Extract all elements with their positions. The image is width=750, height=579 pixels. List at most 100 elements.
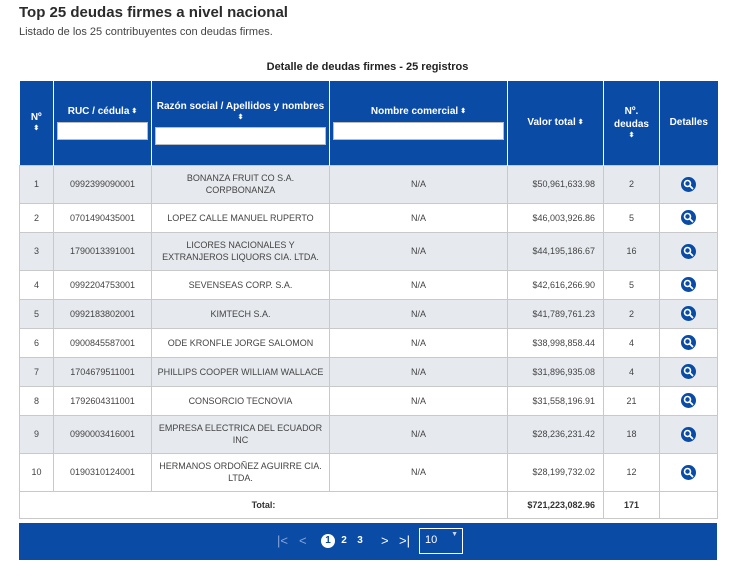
- cell-no: 9: [19, 414, 54, 454]
- sort-icon[interactable]: ⬍: [155, 113, 326, 123]
- magnifier-icon[interactable]: [681, 426, 696, 442]
- table-row: 2 0701490435001 LOPEZ CALLE MANUEL RUPERTO…: [19, 202, 718, 233]
- sort-icon[interactable]: ⬍: [578, 119, 584, 126]
- cell-no: 6: [19, 327, 54, 358]
- cell-deudas: 4: [603, 356, 660, 387]
- cell-no: 4: [19, 269, 54, 300]
- header-row: Nº ⬍ RUC / cédula ⬍ Razón social / Apelli…: [19, 81, 718, 165]
- cell-valor: $38,998,858.44: [507, 327, 604, 358]
- cell-comercial: N/A: [329, 231, 508, 271]
- cell-deudas: 2: [603, 164, 660, 204]
- pagination-bar: |< < 1 2 3 > >| 10 ▼: [19, 523, 717, 560]
- magnifier-icon[interactable]: [681, 277, 696, 292]
- col-header-deudas-label: Nº. deudas: [613, 105, 649, 130]
- cell-comercial: N/A: [329, 164, 508, 204]
- cell-ruc: 0701490435001: [53, 202, 152, 233]
- table-row: 4 0992204753001 SEVENSEAS CORP. S.A. N/A $42…: [19, 269, 718, 300]
- cell-razon: BONANZA FRUIT CO S.A. CORPBONANZA: [151, 164, 330, 204]
- table-row: 6 0900845587001 ODE KRONFLE JORGE SALOMON N…: [19, 327, 718, 358]
- magnifier-icon[interactable]: [681, 464, 696, 480]
- page-button-3[interactable]: 3: [353, 534, 367, 548]
- cell-comercial: N/A: [329, 202, 508, 233]
- next-page-button[interactable]: >: [381, 534, 389, 548]
- cell-detalles: [659, 356, 718, 387]
- magnifier-icon[interactable]: [681, 243, 696, 259]
- cell-no: 8: [19, 385, 54, 416]
- cell-detalles: [659, 202, 718, 233]
- cell-razon: SEVENSEAS CORP. S.A.: [151, 269, 330, 300]
- col-header-deudas[interactable]: Nº. deudas ⬍: [603, 81, 660, 165]
- cell-no: 5: [19, 298, 54, 329]
- cell-ruc: 0190310124001: [53, 452, 152, 492]
- magnifier-icon[interactable]: [681, 393, 696, 408]
- cell-razon: EMPRESA ELECTRICA DEL ECUADOR INC: [151, 414, 330, 454]
- cell-deudas: 21: [603, 385, 660, 416]
- cell-ruc: 0992204753001: [53, 269, 152, 300]
- cell-razon: HERMANOS ORDOÑEZ AGUIRRE CIA. LTDA.: [151, 452, 330, 492]
- total-valor: $721,223,082.96: [507, 490, 604, 519]
- page-button-2[interactable]: 2: [337, 534, 351, 548]
- col-header-valor[interactable]: Valor total ⬍: [507, 81, 604, 165]
- table-row: 9 0990003416001 EMPRESA ELECTRICA DEL ECUA…: [19, 414, 718, 454]
- cell-no: 10: [19, 452, 54, 492]
- magnifier-icon[interactable]: [681, 176, 696, 192]
- table-row: 10 0190310124001 HERMANOS ORDOÑEZ AGUIRRE …: [19, 452, 718, 492]
- cell-razon: PHILLIPS COOPER WILLIAM WALLACE: [151, 356, 330, 387]
- cell-deudas: 2: [603, 298, 660, 329]
- razon-filter-input[interactable]: [155, 127, 326, 146]
- cell-detalles: [659, 414, 718, 454]
- cell-deudas: 4: [603, 327, 660, 358]
- cell-valor: $31,558,196.91: [507, 385, 604, 416]
- col-header-valor-label: Valor total: [527, 117, 576, 129]
- table-caption: Detalle de deudas firmes - 25 registros: [266, 61, 469, 73]
- cell-no: 1: [19, 164, 54, 204]
- cell-deudas: 5: [603, 202, 660, 233]
- cell-comercial: N/A: [329, 298, 508, 329]
- cell-detalles: [659, 385, 718, 416]
- col-header-no[interactable]: Nº ⬍: [19, 81, 54, 165]
- col-header-comercial[interactable]: Nombre comercial ⬍: [329, 81, 508, 165]
- cell-deudas: 18: [603, 414, 660, 454]
- sort-icon[interactable]: ⬍: [23, 124, 51, 134]
- table-row: 5 0992183802001 KIMTECH S.A. N/A $41,789,761…: [19, 298, 718, 329]
- page-size-select[interactable]: 10 ▼: [419, 528, 463, 554]
- cell-ruc: 1704679511001: [53, 356, 152, 387]
- magnifier-icon[interactable]: [681, 364, 696, 379]
- cell-ruc: 1792604311001: [53, 385, 152, 416]
- cell-detalles: [659, 164, 718, 204]
- page-size-value: 10: [425, 534, 438, 546]
- table-row: 8 1792604311001 CONSORCIO TECNOVIA N/A $31,5…: [19, 385, 718, 416]
- cell-valor: $44,195,186.67: [507, 231, 604, 271]
- cell-ruc: 0992399090001: [53, 164, 152, 204]
- sort-icon[interactable]: ⬍: [607, 131, 656, 141]
- sort-icon[interactable]: ⬍: [460, 108, 466, 115]
- ruc-filter-input[interactable]: [57, 122, 148, 141]
- col-header-detalles-label: Detalles: [669, 117, 708, 129]
- last-page-button[interactable]: >|: [399, 534, 410, 548]
- comercial-filter-input[interactable]: [333, 122, 504, 141]
- magnifier-icon[interactable]: [681, 306, 696, 321]
- col-header-ruc-label: RUC / cédula: [67, 106, 130, 118]
- cell-ruc: 0990003416001: [53, 414, 152, 454]
- sort-icon[interactable]: ⬍: [131, 108, 137, 115]
- cell-no: 3: [19, 231, 54, 271]
- cell-valor: $50,961,633.98: [507, 164, 604, 204]
- debts-table: Nº ⬍ RUC / cédula ⬍ Razón social / Apelli…: [19, 81, 718, 519]
- cell-comercial: N/A: [329, 327, 508, 358]
- prev-page-button[interactable]: <: [299, 534, 307, 548]
- col-header-razon[interactable]: Razón social / Apellidos y nombres ⬍: [151, 81, 330, 165]
- magnifier-icon[interactable]: [681, 335, 696, 350]
- cell-razon: LICORES NACIONALES Y EXTRANJEROS LIQUORS…: [151, 231, 330, 271]
- cell-comercial: N/A: [329, 414, 508, 454]
- cell-valor: $46,003,926.86: [507, 202, 604, 233]
- cell-detalles: [659, 298, 718, 329]
- col-header-razon-label: Razón social / Apellidos y nombres: [156, 101, 325, 113]
- total-empty: [659, 490, 718, 519]
- magnifier-icon[interactable]: [681, 210, 696, 225]
- cell-detalles: [659, 452, 718, 492]
- page-button-1[interactable]: 1: [321, 534, 335, 548]
- first-page-button[interactable]: |<: [277, 534, 288, 548]
- cell-valor: $31,896,935.08: [507, 356, 604, 387]
- cell-valor: $28,236,231.42: [507, 414, 604, 454]
- col-header-ruc[interactable]: RUC / cédula ⬍: [53, 81, 152, 165]
